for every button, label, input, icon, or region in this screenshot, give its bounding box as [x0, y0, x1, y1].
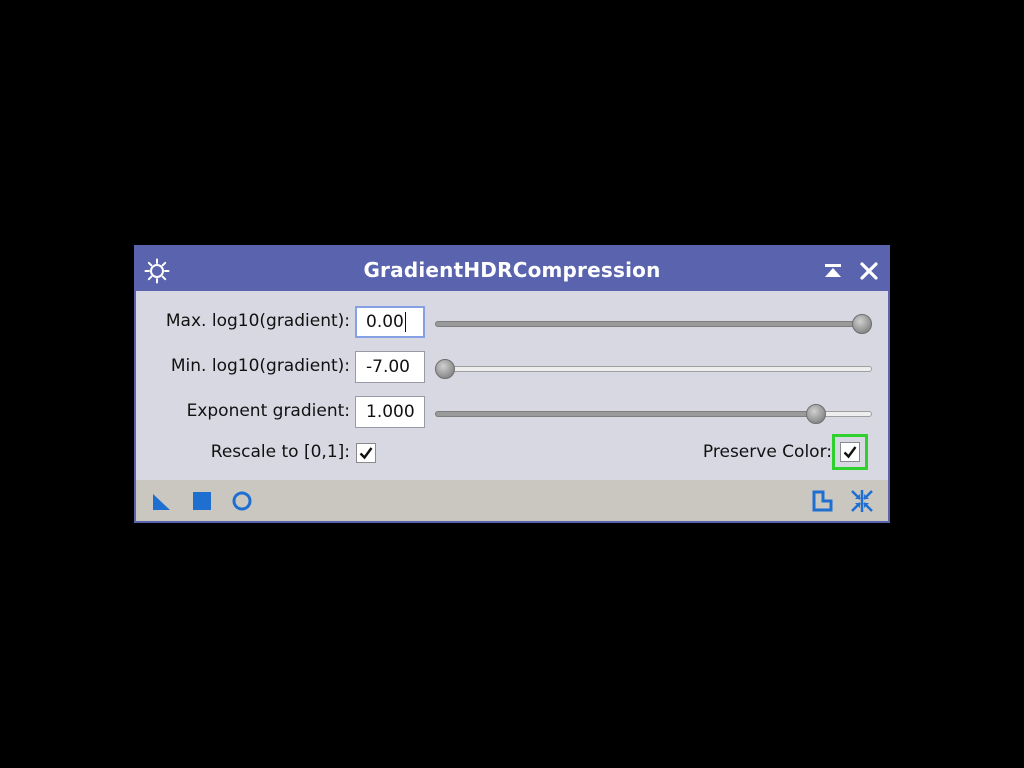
gradient-hdr-compression-window: GradientHDRCompression Max. log10(gradie…	[134, 245, 890, 523]
bottom-toolbar	[136, 480, 888, 521]
max-gradient-value: 0.00	[366, 312, 404, 332]
documentation-icon[interactable]	[810, 489, 834, 513]
text-caret	[404, 312, 406, 332]
collapse-icon[interactable]	[820, 258, 846, 284]
preserve-color-checkbox[interactable]	[840, 442, 860, 462]
slider-thumb[interactable]	[806, 404, 827, 424]
exponent-gradient-slider[interactable]	[435, 403, 872, 427]
min-gradient-label: Min. log10(gradient):	[170, 356, 350, 376]
min-gradient-slider[interactable]	[435, 358, 872, 382]
rescale-label: Rescale to [0,1]:	[210, 442, 350, 462]
slider-thumb[interactable]	[852, 314, 872, 334]
slider-fill	[435, 411, 817, 417]
parameters-panel: Max. log10(gradient): 0.00 Min. log10(gr…	[136, 291, 888, 480]
exponent-gradient-input[interactable]: 1.000	[355, 396, 425, 428]
apply-global-icon[interactable]	[230, 489, 254, 513]
max-gradient-slider[interactable]	[435, 313, 872, 337]
reset-icon[interactable]	[850, 489, 874, 513]
close-icon[interactable]	[856, 258, 882, 284]
new-instance-icon[interactable]	[150, 489, 174, 513]
apply-icon[interactable]	[190, 489, 214, 513]
exponent-gradient-label: Exponent gradient:	[186, 401, 350, 421]
slider-thumb[interactable]	[435, 359, 455, 379]
window-title: GradientHDRCompression	[363, 258, 661, 282]
slider-track	[435, 366, 872, 372]
max-gradient-label: Max. log10(gradient):	[165, 311, 350, 331]
rescale-checkbox[interactable]	[356, 443, 376, 463]
checkmark-icon	[843, 446, 857, 459]
slider-fill	[435, 321, 862, 327]
max-gradient-input[interactable]: 0.00	[355, 306, 425, 338]
title-bar[interactable]: GradientHDRCompression	[136, 247, 888, 291]
checkmark-icon	[359, 447, 373, 460]
min-gradient-input[interactable]: -7.00	[355, 351, 425, 383]
preserve-color-label: Preserve Color:	[702, 442, 832, 462]
